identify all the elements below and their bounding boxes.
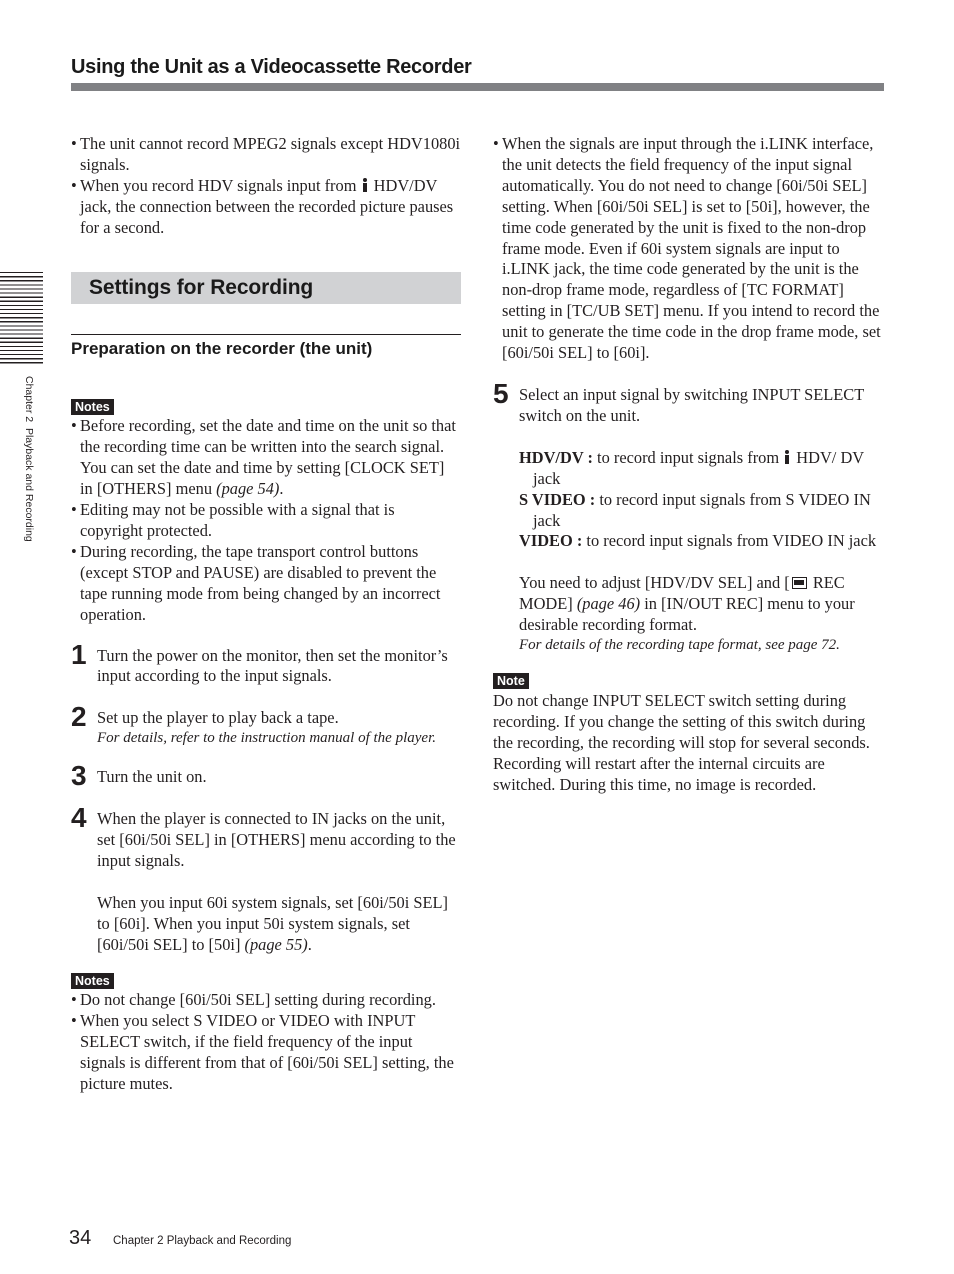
bullet-item: • When you record HDV signals input from …: [71, 175, 454, 237]
section-heading-band: Settings for Recording: [71, 271, 461, 304]
page-number: 34: [69, 1227, 92, 1249]
adjust-paragraph: You need to adjust [HDV/DV SEL] and [ RE…: [519, 573, 855, 635]
note-item: • Before recording, set the date and time…: [71, 416, 456, 499]
step-4: 4 When the player is connected to IN jac…: [71, 803, 461, 955]
step-text: Turn the unit on.: [97, 767, 207, 787]
option-term: HDV/DV :: [519, 447, 593, 467]
notes-list: • Before recording, set the date and time…: [71, 416, 461, 625]
bullet-item: • When the signals are input through the …: [493, 134, 881, 363]
note-item: • During recording, the tape transport co…: [71, 541, 441, 624]
step-number: 5: [493, 377, 509, 409]
page-reference: (page 55): [244, 934, 308, 954]
step-note: For details, refer to the instruction ma…: [97, 730, 436, 747]
step-5: 5 Select an input signal by switching IN…: [493, 378, 885, 654]
subsection-title: Preparation on the recorder (the unit): [71, 338, 373, 358]
page-reference: (page 54): [216, 479, 280, 499]
step-3: 3 Turn the unit on.: [71, 761, 461, 791]
option-term: S VIDEO :: [519, 489, 596, 509]
ilink-icon: [361, 177, 369, 192]
notes-block-2: Notes • Do not change [60i/50i SEL] setti…: [71, 970, 461, 1095]
cassette-icon: [791, 577, 807, 590]
notes-badge: Notes: [71, 972, 114, 989]
intro-bullets: • The unit cannot record MPEG2 signals ex…: [71, 134, 461, 239]
note-item: • Editing may not be possible with a sign…: [71, 500, 395, 540]
left-column: • The unit cannot record MPEG2 signals ex…: [71, 134, 461, 1095]
chapter-side-tab: Chapter 2 Playback and Recording: [0, 272, 43, 542]
option-video: VIDEO : to record input signals from VID…: [519, 531, 877, 551]
ilink-bullets: • When the signals are input through the …: [493, 134, 885, 364]
step-1: 1 Turn the power on the monitor, then se…: [71, 639, 461, 688]
page-reference: (page 46): [576, 594, 641, 614]
input-options: HDV/DV : to record input signals from HD…: [519, 448, 885, 553]
option-s-video: S VIDEO : to record input signals from S…: [519, 489, 871, 530]
note-badge: Note: [493, 673, 529, 690]
step-number: 1: [71, 638, 87, 670]
step-note: For details of the recording tape format…: [519, 637, 840, 654]
step-2: 2 Set up the player to play back a tape.…: [71, 702, 461, 747]
right-column: • When the signals are input through the …: [493, 134, 885, 795]
note-item: • Do not change [60i/50i SEL] setting dur…: [71, 990, 436, 1010]
note-block: Note Do not change INPUT SELECT switch s…: [493, 670, 885, 795]
page-footer: 34 Chapter 2 Playback and Recording: [69, 1226, 291, 1250]
step-number: 2: [71, 701, 87, 733]
title-rule: [71, 83, 884, 91]
note-item: • When you select S VIDEO or VIDEO with I…: [71, 1011, 454, 1094]
step-number: 3: [71, 760, 87, 792]
step-text: When the player is connected to IN jacks…: [97, 809, 456, 870]
option-hdv-dv: HDV/DV : to record input signals from HD…: [519, 447, 864, 488]
bullet-item: • The unit cannot record MPEG2 signals ex…: [71, 134, 461, 174]
chapter-side-label: Chapter 2 Playback and Recording: [23, 376, 35, 542]
step-number: 4: [71, 802, 87, 834]
step-text: Select an input signal by switching INPU…: [519, 384, 864, 425]
ilink-icon: [783, 449, 791, 464]
footer-chapter: Chapter 2 Playback and Recording: [113, 1235, 292, 1247]
note-text: Do not change INPUT SELECT switch settin…: [493, 690, 870, 794]
page-header: Using the Unit as a Videocassette Record…: [71, 55, 884, 91]
section-title: Settings for Recording: [89, 275, 314, 299]
option-term: VIDEO :: [519, 531, 583, 551]
chapter-index-lines: [0, 272, 43, 364]
step-text-continued: When you input 60i system signals, set […: [97, 892, 449, 954]
step-text: Turn the power on the monitor, then set …: [97, 645, 448, 686]
subsection-heading: Preparation on the recorder (the unit): [71, 333, 461, 359]
notes-badge: Notes: [71, 398, 114, 415]
page-title: Using the Unit as a Videocassette Record…: [71, 56, 472, 78]
notes-list: • Do not change [60i/50i SEL] setting dur…: [71, 990, 461, 1095]
notes-block-1: Notes • Before recording, set the date an…: [71, 396, 461, 626]
step-text: Set up the player to play back a tape.: [97, 708, 339, 728]
